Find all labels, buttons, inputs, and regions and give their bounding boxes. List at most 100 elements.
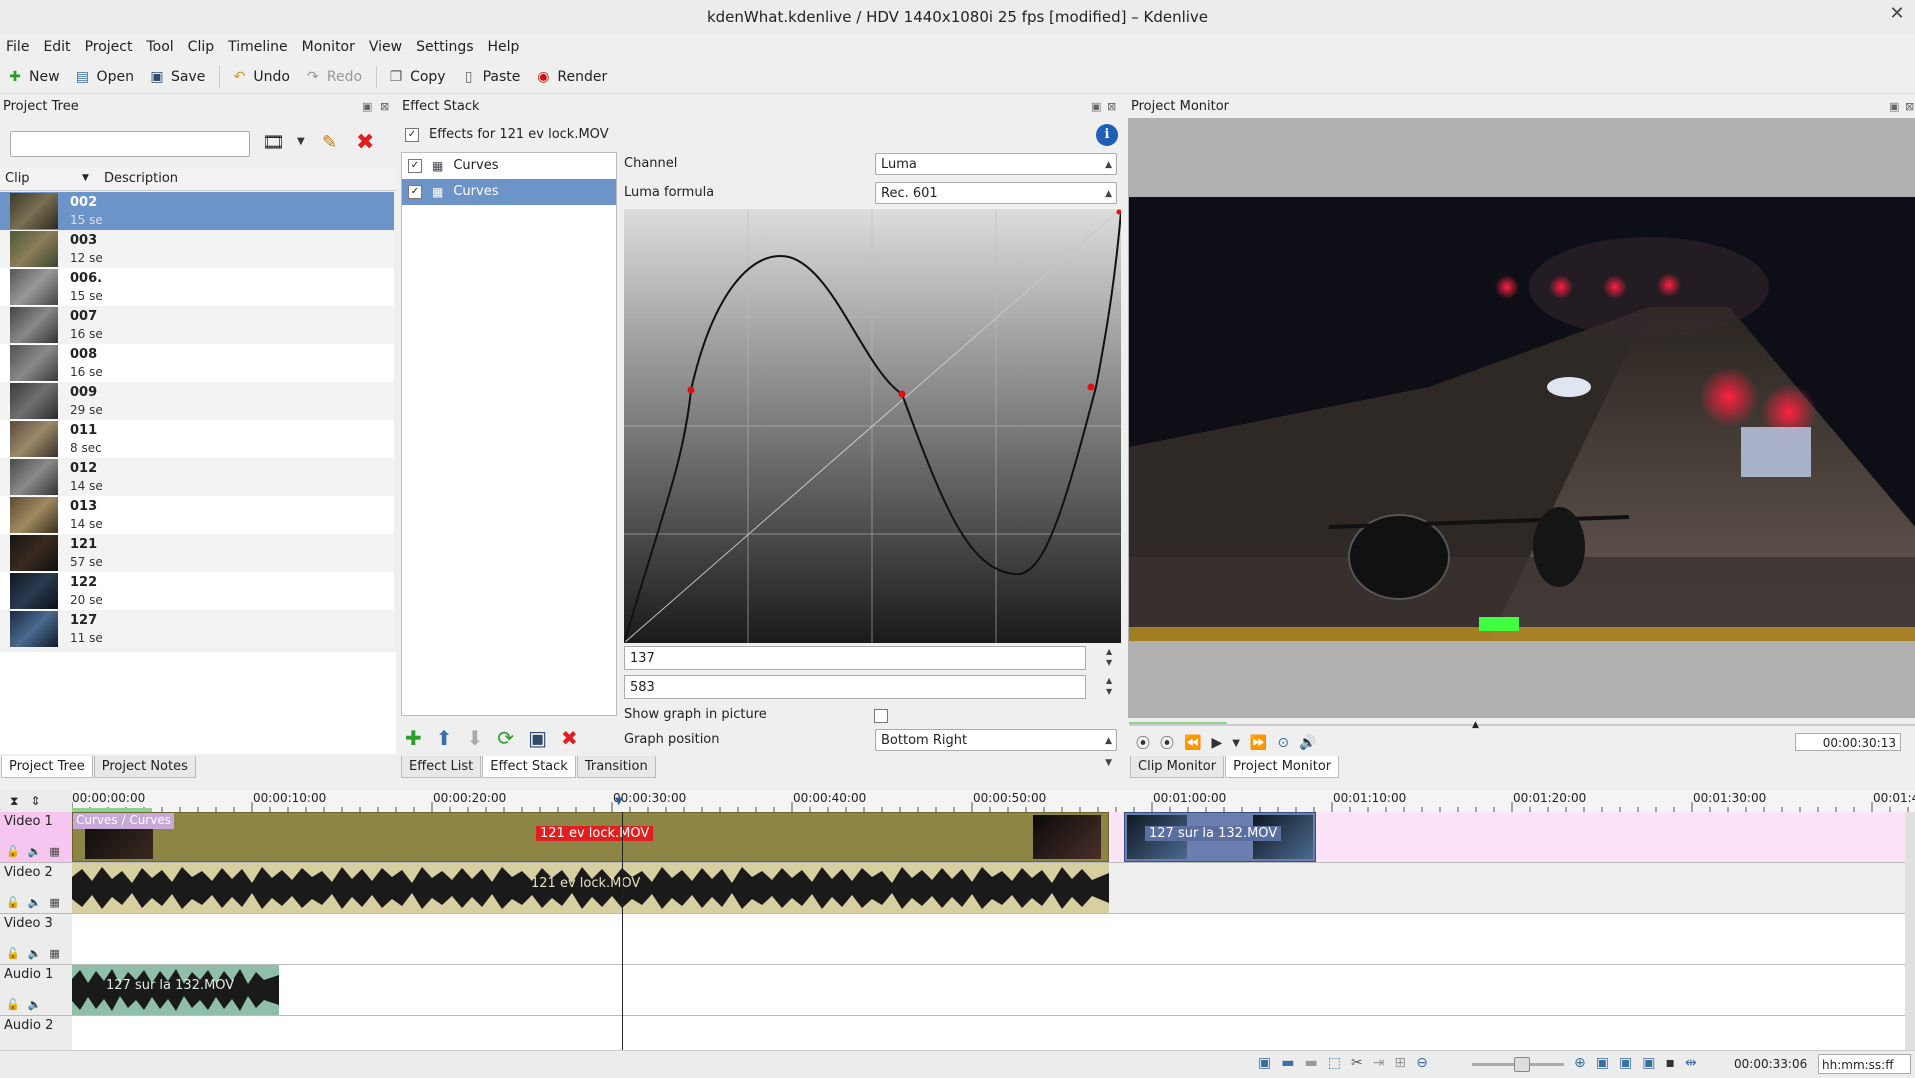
close-dock-icon[interactable]: ⊠ xyxy=(1107,96,1116,118)
add-effect-icon[interactable]: ✚ xyxy=(405,726,422,750)
float-dock-icon[interactable]: ▣ xyxy=(362,96,372,118)
video-icon[interactable]: ▦ xyxy=(49,896,67,909)
add-clip-icon[interactable]: 🎞 xyxy=(262,132,285,153)
set-zone-end-icon[interactable]: ⦿ xyxy=(1160,733,1174,753)
new-button[interactable]: ✚ New xyxy=(6,68,59,86)
list-item[interactable]: 007 16 se xyxy=(0,306,394,344)
menu-tool[interactable]: Tool xyxy=(146,39,173,55)
select-tool-icon[interactable]: ⬚ xyxy=(1328,1055,1341,1071)
paste-button[interactable]: ▯ Paste xyxy=(460,68,521,86)
lock-icon[interactable]: 🔓 xyxy=(6,896,28,909)
monitor-timecode[interactable]: 00:00:30:13 xyxy=(1795,733,1901,751)
clip-audio-121-ev-lock[interactable]: 121 ev lock.MOV xyxy=(72,863,1109,913)
effect-enable-checkbox[interactable]: ✓ xyxy=(408,159,422,173)
tab-effect-stack[interactable]: Effect Stack xyxy=(482,756,576,778)
curve-point[interactable] xyxy=(898,390,906,398)
chevron-down-icon[interactable]: ▼ xyxy=(1232,738,1240,749)
curve-point[interactable] xyxy=(687,386,695,394)
list-item[interactable]: 127 11 se xyxy=(0,610,394,648)
render-button[interactable]: ◉ Render xyxy=(534,68,607,86)
audio-thumbnails-icon[interactable]: ▬ xyxy=(1281,1055,1294,1071)
clip-121-ev-lock[interactable]: Curves / Curves 121 ev lock.MOV xyxy=(72,812,1109,862)
spin-arrows-icon[interactable]: ▲ ▼ xyxy=(1106,675,1112,697)
tab-project-notes[interactable]: Project Notes xyxy=(93,756,196,778)
snap-icon[interactable]: ⇹ xyxy=(1685,1055,1697,1071)
volume-icon[interactable]: 🔊 xyxy=(1299,735,1316,751)
timeline-ruler[interactable]: 00:00:00:00 00:00:10:00 00:00:20:00 00:0… xyxy=(72,790,1915,813)
effect-item-curves-2[interactable]: ✓ ▦ Curves xyxy=(402,179,616,205)
curve-point-input-x[interactable]: 137 xyxy=(624,646,1086,670)
effect-enable-checkbox[interactable]: ✓ xyxy=(408,185,422,199)
lock-icon[interactable]: 🔓 xyxy=(6,845,28,858)
track-lane[interactable] xyxy=(72,914,1905,964)
tab-clip-monitor[interactable]: Clip Monitor xyxy=(1130,756,1225,778)
expand-tracks-icon[interactable]: ⇕ xyxy=(30,794,40,808)
track-header[interactable]: Video 2 🔓🔈▦ xyxy=(0,863,72,913)
audio-icon[interactable]: 🔈 xyxy=(28,998,50,1011)
delete-effect-icon[interactable]: ✖ xyxy=(561,726,578,750)
playhead-line[interactable] xyxy=(622,812,623,1050)
audio-icon[interactable]: 🔈 xyxy=(28,896,50,909)
list-item[interactable]: 006. 15 se xyxy=(0,268,394,306)
list-item[interactable]: 008 16 se xyxy=(0,344,394,382)
float-dock-icon[interactable]: ▣ xyxy=(1889,96,1899,118)
video-icon[interactable]: ▦ xyxy=(49,845,67,858)
graph-position-select[interactable]: Bottom Right ▲ ▼ xyxy=(875,729,1117,768)
playhead-marker-icon[interactable]: ▲ xyxy=(1472,720,1479,730)
fit-zoom-icon[interactable]: ⊞ xyxy=(1394,1055,1406,1071)
channel-select[interactable]: Luma ▲▼ xyxy=(875,153,1117,192)
effect-item-curves-1[interactable]: ✓ ▦ Curves xyxy=(402,153,616,179)
menu-monitor[interactable]: Monitor xyxy=(302,39,355,55)
spin-arrows-icon[interactable]: ▲ ▼ xyxy=(1106,646,1112,668)
clip-audio-127-sur-la-132[interactable]: 127 sur la 132.MOV xyxy=(72,965,279,1015)
zoom-out-icon[interactable]: ⊖ xyxy=(1416,1055,1428,1071)
video-thumbnails-icon[interactable]: ▣ xyxy=(1258,1055,1271,1071)
audio-icon[interactable]: 🔈 xyxy=(28,947,50,960)
luma-formula-select[interactable]: Rec. 601 ▲▼ xyxy=(875,182,1117,221)
project-search-input[interactable] xyxy=(10,131,250,157)
menu-help[interactable]: Help xyxy=(488,39,520,55)
menu-view[interactable]: View xyxy=(369,39,402,55)
forward-icon[interactable]: ⏩ xyxy=(1250,735,1267,751)
split-view-icon[interactable]: ▣ xyxy=(1596,1055,1609,1071)
lock-icon[interactable]: 🔓 xyxy=(6,947,28,960)
track-lane[interactable] xyxy=(72,965,1905,1015)
list-item[interactable]: 012 14 se xyxy=(0,458,394,496)
clip-127-sur-la-132[interactable]: 127 sur la 132.MOV xyxy=(1124,812,1316,862)
spacer-tool-icon[interactable]: ⇥ xyxy=(1373,1055,1385,1071)
zoom-slider-handle[interactable] xyxy=(1514,1057,1530,1072)
menu-file[interactable]: File xyxy=(6,39,29,55)
track-header[interactable]: Video 1 🔓🔈▦ xyxy=(0,812,72,862)
timecode-format-select[interactable]: hh:mm:ss:ff xyxy=(1818,1054,1911,1074)
fit-zoom-icon[interactable]: ⧗ xyxy=(10,794,18,809)
tab-effect-list[interactable]: Effect List xyxy=(401,756,482,778)
undo-button[interactable]: ↶ Undo xyxy=(230,68,289,86)
rewind-icon[interactable]: ⏪ xyxy=(1184,735,1201,751)
zoom-options-icon[interactable]: ⊙ xyxy=(1277,735,1289,751)
close-dock-icon[interactable]: ⊠ xyxy=(380,96,389,118)
audio-icon[interactable]: 🔈 xyxy=(28,845,50,858)
list-item[interactable]: 121 57 se xyxy=(0,534,394,572)
save-button[interactable]: ▣ Save xyxy=(148,68,205,86)
record-preview-icon[interactable]: ▪ xyxy=(1665,1055,1675,1071)
track-header[interactable]: Video 3 🔓🔈▦ xyxy=(0,914,72,964)
delete-clip-icon[interactable]: ✖ xyxy=(356,130,374,155)
tab-project-tree[interactable]: Project Tree xyxy=(1,756,93,778)
copy-button[interactable]: ❐ Copy xyxy=(387,68,446,86)
timeline-vertical-scrollbar[interactable] xyxy=(1905,812,1915,1050)
close-dock-icon[interactable]: ⊠ xyxy=(1905,96,1914,118)
sort-chevron-icon[interactable]: ▼ xyxy=(82,173,89,183)
move-up-icon[interactable]: ⬆ xyxy=(436,726,453,750)
track-header[interactable]: Audio 1 🔓🔈 xyxy=(0,965,72,1015)
play-icon[interactable]: ▶ xyxy=(1211,735,1222,751)
list-item[interactable]: 002 15 se xyxy=(0,192,394,230)
list-item[interactable]: 009 29 se xyxy=(0,382,394,420)
menu-project[interactable]: Project xyxy=(85,39,133,55)
video-frame[interactable] xyxy=(1129,197,1915,641)
track-header[interactable]: Audio 2 xyxy=(0,1016,72,1050)
lock-icon[interactable]: 🔓 xyxy=(6,998,28,1011)
chevron-down-icon[interactable]: ▼ xyxy=(297,136,305,147)
menu-edit[interactable]: Edit xyxy=(43,39,70,55)
zoom-in-icon[interactable]: ⊕ xyxy=(1574,1055,1586,1071)
menu-timeline[interactable]: Timeline xyxy=(228,39,288,55)
